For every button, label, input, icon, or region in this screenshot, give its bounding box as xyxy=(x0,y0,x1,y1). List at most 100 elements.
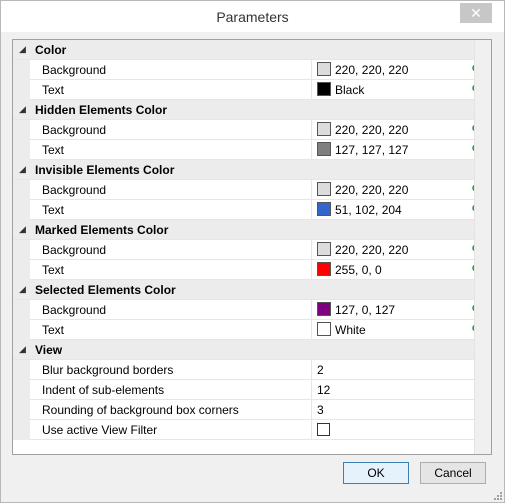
category-header-hidden-elements-color[interactable]: ◢ Hidden Elements Color xyxy=(13,100,474,120)
property-name: Blur background borders xyxy=(42,363,174,377)
color-value[interactable]: 51, 102, 204 xyxy=(335,203,402,217)
row-gutter xyxy=(13,380,30,400)
expand-arrow-icon[interactable]: ◢ xyxy=(19,284,26,295)
expand-arrow-icon[interactable]: ◢ xyxy=(19,344,26,355)
property-row[interactable]: Background 220, 220, 220 xyxy=(13,120,486,140)
ok-button[interactable]: OK xyxy=(343,462,409,484)
column-divider[interactable] xyxy=(311,140,312,159)
property-row[interactable]: Background 220, 220, 220 xyxy=(13,60,486,80)
property-row[interactable]: Use active View Filter xyxy=(13,420,474,440)
color-swatch[interactable] xyxy=(317,142,331,156)
color-swatch[interactable] xyxy=(317,182,331,196)
property-name: Background xyxy=(42,303,107,317)
category-header-view[interactable]: ◢ View xyxy=(13,340,474,360)
vertical-scrollbar[interactable] xyxy=(474,40,491,454)
dialog-title: Parameters xyxy=(216,9,289,25)
column-divider[interactable] xyxy=(311,400,312,419)
cancel-button[interactable]: Cancel xyxy=(420,462,486,484)
title-bar: Parameters ✕ xyxy=(1,1,504,32)
property-name: Background xyxy=(42,183,107,197)
use-active-view-filter-checkbox[interactable] xyxy=(317,423,330,436)
column-divider[interactable] xyxy=(311,180,312,199)
property-name: Text xyxy=(42,83,65,97)
property-grid: ◢ Color Background 220, 220, 220 Text Black ◢ H… xyxy=(12,39,492,455)
property-row[interactable]: Background 127, 0, 127 xyxy=(13,300,486,320)
color-swatch[interactable] xyxy=(317,122,331,136)
property-rows: ◢ Color Background 220, 220, 220 Text Black ◢ H… xyxy=(13,40,486,440)
category-header-color[interactable]: ◢ Color xyxy=(13,40,474,60)
row-gutter xyxy=(13,240,30,260)
color-value[interactable]: Black xyxy=(335,83,364,97)
property-value[interactable]: 2 xyxy=(317,363,324,377)
category-header-invisible-elements-color[interactable]: ◢ Invisible Elements Color xyxy=(13,160,474,180)
property-row[interactable]: Text 51, 102, 204 xyxy=(13,200,486,220)
expand-arrow-icon[interactable]: ◢ xyxy=(19,104,26,115)
expand-arrow-icon[interactable]: ◢ xyxy=(19,224,26,235)
color-value[interactable]: 255, 0, 0 xyxy=(335,263,382,277)
row-gutter xyxy=(13,200,30,220)
property-name: Background xyxy=(42,243,107,257)
property-row[interactable]: Text Black xyxy=(13,80,486,100)
color-swatch[interactable] xyxy=(317,242,331,256)
column-divider[interactable] xyxy=(311,260,312,279)
column-divider[interactable] xyxy=(311,300,312,319)
parameters-dialog: Parameters ✕ ◢ Color Background 220, 220, 2… xyxy=(0,0,505,503)
category-label: Selected Elements Color xyxy=(35,283,176,297)
property-row[interactable]: Blur background borders 2 xyxy=(13,360,474,380)
property-row[interactable]: Background 220, 220, 220 xyxy=(13,180,486,200)
category-label: Color xyxy=(35,43,67,57)
column-divider[interactable] xyxy=(311,380,312,399)
color-swatch[interactable] xyxy=(317,302,331,316)
property-name: Rounding of background box corners xyxy=(42,403,239,417)
column-divider[interactable] xyxy=(311,320,312,339)
color-value[interactable]: 127, 127, 127 xyxy=(335,143,408,157)
resize-grip-icon[interactable] xyxy=(492,490,502,500)
row-gutter xyxy=(13,360,30,380)
expand-arrow-icon[interactable]: ◢ xyxy=(19,44,26,55)
column-divider[interactable] xyxy=(311,360,312,379)
column-divider[interactable] xyxy=(311,240,312,259)
color-value[interactable]: 220, 220, 220 xyxy=(335,183,408,197)
color-swatch[interactable] xyxy=(317,262,331,276)
property-name: Text xyxy=(42,203,65,217)
property-row[interactable]: Text White xyxy=(13,320,486,340)
row-gutter xyxy=(13,140,30,160)
property-value[interactable]: 3 xyxy=(317,403,324,417)
row-gutter xyxy=(13,300,30,320)
color-value[interactable]: 220, 220, 220 xyxy=(335,123,408,137)
property-row[interactable]: Text 127, 127, 127 xyxy=(13,140,486,160)
color-swatch[interactable] xyxy=(317,202,331,216)
property-value[interactable]: 12 xyxy=(317,383,330,397)
color-swatch[interactable] xyxy=(317,322,331,336)
column-divider[interactable] xyxy=(311,60,312,79)
column-divider[interactable] xyxy=(311,120,312,139)
color-value[interactable]: White xyxy=(335,323,366,337)
category-label: Invisible Elements Color xyxy=(35,163,175,177)
row-gutter xyxy=(13,260,30,280)
close-button[interactable]: ✕ xyxy=(460,3,492,23)
row-gutter xyxy=(13,420,30,440)
property-row[interactable]: Background 220, 220, 220 xyxy=(13,240,486,260)
expand-arrow-icon[interactable]: ◢ xyxy=(19,164,26,175)
row-gutter xyxy=(13,80,30,100)
category-label: Hidden Elements Color xyxy=(35,103,168,117)
column-divider[interactable] xyxy=(311,80,312,99)
property-name: Text xyxy=(42,143,65,157)
property-row[interactable]: Text 255, 0, 0 xyxy=(13,260,486,280)
category-header-marked-elements-color[interactable]: ◢ Marked Elements Color xyxy=(13,220,474,240)
column-divider[interactable] xyxy=(311,200,312,219)
color-value[interactable]: 220, 220, 220 xyxy=(335,63,408,77)
property-name: Use active View Filter xyxy=(42,423,158,437)
color-swatch[interactable] xyxy=(317,62,331,76)
property-row[interactable]: Rounding of background box corners 3 xyxy=(13,400,474,420)
column-divider[interactable] xyxy=(311,420,312,439)
color-value[interactable]: 127, 0, 127 xyxy=(335,303,395,317)
property-row[interactable]: Indent of sub-elements 12 xyxy=(13,380,474,400)
color-value[interactable]: 220, 220, 220 xyxy=(335,243,408,257)
row-gutter xyxy=(13,120,30,140)
property-name: Text xyxy=(42,323,65,337)
color-swatch[interactable] xyxy=(317,82,331,96)
category-label: View xyxy=(35,343,63,357)
property-name: Background xyxy=(42,63,107,77)
category-header-selected-elements-color[interactable]: ◢ Selected Elements Color xyxy=(13,280,474,300)
